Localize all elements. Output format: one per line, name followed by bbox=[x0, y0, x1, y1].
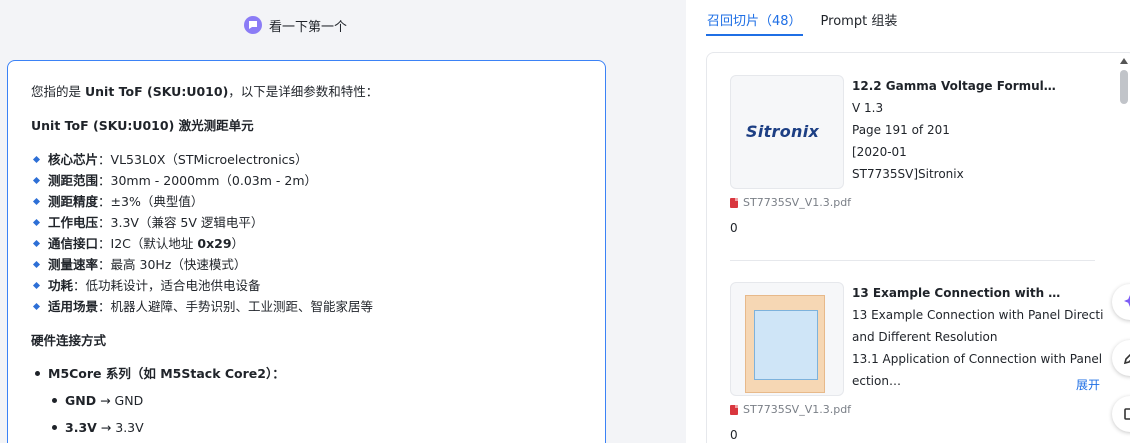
chunk-line: 13 Example Connection with Panel Directi… bbox=[852, 308, 1104, 322]
pin-list: GND → GND 3.3V → 3.3V bbox=[48, 390, 583, 443]
spec-value: I2C（默认地址 bbox=[110, 236, 198, 251]
chunk-title[interactable]: 12.2 Gamma Voltage Formul… bbox=[852, 75, 1104, 97]
spec-key: 核心芯片 bbox=[48, 152, 99, 167]
pin-item: GND → GND bbox=[48, 390, 583, 417]
pdf-icon bbox=[730, 197, 738, 208]
spec-item: 通信接口：I2C（默认地址 0x29） bbox=[31, 233, 583, 254]
spec-sep: ： bbox=[98, 215, 111, 230]
diagram-panel-area bbox=[754, 310, 818, 380]
spec-value-bold: 0x29 bbox=[197, 236, 232, 251]
spec-item: 测距精度：±3%（典型值） bbox=[31, 191, 583, 212]
spec-sep: ： bbox=[98, 152, 111, 167]
app-root: 看一下第一个 您指的是 Unit ToF (SKU:U010)，以下是详细参数和… bbox=[0, 0, 1130, 443]
spec-sep: ： bbox=[98, 236, 111, 251]
spec-value: ±3%（典型值） bbox=[110, 194, 204, 209]
spec-key: 测距精度 bbox=[48, 194, 99, 209]
question-text: 看一下第一个 bbox=[269, 19, 348, 35]
spec-value: 最高 30Hz（快速模式） bbox=[110, 257, 247, 272]
spec-sep: ： bbox=[98, 173, 111, 188]
pin-arrow: → bbox=[96, 420, 116, 435]
pin-item: 3.3V → 3.3V bbox=[48, 417, 583, 443]
chunk-score: 0 bbox=[730, 428, 738, 442]
chunk-item[interactable]: 13 Example Connection with … 13 Example … bbox=[730, 282, 1104, 443]
chunk-meta: 13 Example Connection with … 13 Example … bbox=[852, 282, 1104, 392]
chunk-line: 13.1 Application of Connection with Pane… bbox=[852, 352, 1104, 366]
m5core-item: M5Core 系列（如 M5Stack Core2）： bbox=[31, 363, 583, 390]
spec-item: 适用场景：机器人避障、手势识别、工业测距、智能家居等 bbox=[31, 296, 583, 317]
chunk-line: Page 191 of 201 bbox=[852, 123, 950, 137]
spec-value: 30mm - 2000mm（0.03m - 2m） bbox=[110, 173, 318, 188]
section-heading: 硬件连接方式 bbox=[31, 333, 107, 348]
pin-name: 3.3V bbox=[65, 420, 97, 435]
chunk-line: ection… bbox=[852, 374, 901, 388]
chunk-line: ST7735SV]Sitronix bbox=[852, 167, 964, 181]
chunk-thumbnail[interactable]: Sitronix bbox=[730, 75, 844, 189]
pin-target: GND bbox=[114, 393, 144, 408]
sparkle-icon bbox=[1124, 295, 1130, 307]
scrollbar[interactable] bbox=[1119, 58, 1129, 443]
chunk-line: V 1.3 bbox=[852, 101, 884, 115]
connection-diagram-image bbox=[745, 295, 825, 393]
scroll-up-arrow-icon[interactable] bbox=[1120, 58, 1128, 64]
item-divider bbox=[730, 260, 1095, 261]
spec-item: 测量速率：最高 30Hz（快速模式） bbox=[31, 254, 583, 275]
chunk-line: and Different Resolution bbox=[852, 330, 998, 344]
tab-prompt-assembly[interactable]: Prompt 组装 bbox=[821, 12, 898, 36]
intro-product: Unit ToF (SKU:U010) bbox=[84, 84, 229, 99]
file-name[interactable]: ST7735SV_V1.3.pdf bbox=[743, 403, 851, 416]
spec-item: 功耗：低功耗设计，适合电池供电设备 bbox=[31, 275, 583, 296]
user-question: 看一下第一个 bbox=[244, 14, 347, 36]
product-heading: Unit ToF (SKU:U010) 激光测距单元 bbox=[31, 118, 254, 133]
chat-pane: 看一下第一个 您指的是 Unit ToF (SKU:U010)，以下是详细参数和… bbox=[0, 0, 686, 443]
retrieval-pane: 召回切片（48） Prompt 组装 Sitronix 12.2 Gamma V… bbox=[686, 0, 1130, 443]
scroll-thumb[interactable] bbox=[1120, 70, 1128, 104]
chunk-score: 0 bbox=[730, 221, 738, 235]
spec-list: 核心芯片：VL53L0X（STMicroelectronics） 测距范围：30… bbox=[31, 149, 583, 317]
spec-key: 测距范围 bbox=[48, 173, 99, 188]
edit-note-icon bbox=[1124, 408, 1130, 420]
spec-value: 低功耗设计，适合电池供电设备 bbox=[85, 278, 261, 293]
chunk-title[interactable]: 13 Example Connection with … bbox=[852, 282, 1104, 304]
chunk-line: [2020-01 bbox=[852, 145, 907, 159]
spec-sep: ： bbox=[98, 257, 111, 272]
spec-item: 工作电压：3.3V（兼容 5V 逻辑电平） bbox=[31, 212, 583, 233]
spec-sep: ： bbox=[98, 194, 111, 209]
spec-key: 工作电压 bbox=[48, 215, 99, 230]
spec-value: 3.3V（兼容 5V 逻辑电平） bbox=[110, 215, 264, 230]
spec-key: 功耗 bbox=[48, 278, 74, 293]
pin-arrow: → bbox=[96, 393, 115, 408]
spec-value: 机器人避障、手势识别、工业测距、智能家居等 bbox=[110, 299, 374, 314]
spec-value-tail: ） bbox=[231, 236, 245, 251]
chat-bubble-icon bbox=[244, 16, 262, 34]
source-file[interactable]: ST7735SV_V1.3.pdf bbox=[730, 196, 851, 209]
tab-bar: 召回切片（48） Prompt 组装 bbox=[706, 12, 897, 36]
chunk-meta: 12.2 Gamma Voltage Formul… V 1.3 Page 19… bbox=[852, 75, 1104, 185]
spec-key: 适用场景 bbox=[48, 299, 99, 314]
answer-intro: 您指的是 Unit ToF (SKU:U010)，以下是详细参数和特性： bbox=[31, 81, 583, 102]
spec-key: 通信接口 bbox=[48, 236, 99, 251]
spec-key: 测量速率 bbox=[48, 257, 99, 272]
tab-recall-chunks[interactable]: 召回切片（48） bbox=[706, 12, 803, 36]
spec-value: VL53L0X（STMicroelectronics） bbox=[110, 152, 308, 167]
pen-icon bbox=[1123, 353, 1130, 365]
spec-sep: ： bbox=[73, 278, 86, 293]
intro-pre: 您指的是 bbox=[31, 84, 85, 99]
sitronix-logo: Sitronix bbox=[746, 122, 820, 141]
chunk-item[interactable]: Sitronix 12.2 Gamma Voltage Formul… V 1.… bbox=[730, 75, 1100, 245]
spec-sep: ： bbox=[98, 299, 111, 314]
pin-name: GND bbox=[65, 393, 97, 408]
intro-post: ，以下是详细参数和特性： bbox=[228, 84, 379, 99]
spec-item: 核心芯片：VL53L0X（STMicroelectronics） bbox=[31, 149, 583, 170]
spec-item: 测距范围：30mm - 2000mm（0.03m - 2m） bbox=[31, 170, 583, 191]
answer-card: 您指的是 Unit ToF (SKU:U010)，以下是详细参数和特性： Uni… bbox=[7, 60, 606, 443]
chunk-thumbnail[interactable] bbox=[730, 282, 844, 396]
file-name[interactable]: ST7735SV_V1.3.pdf bbox=[743, 196, 851, 209]
connection-list: M5Core 系列（如 M5Stack Core2）： bbox=[31, 363, 583, 390]
expand-link[interactable]: 展开 bbox=[1076, 376, 1100, 393]
pin-target: 3.3V bbox=[115, 420, 144, 435]
source-file[interactable]: ST7735SV_V1.3.pdf bbox=[730, 403, 851, 416]
pdf-icon bbox=[730, 404, 738, 415]
